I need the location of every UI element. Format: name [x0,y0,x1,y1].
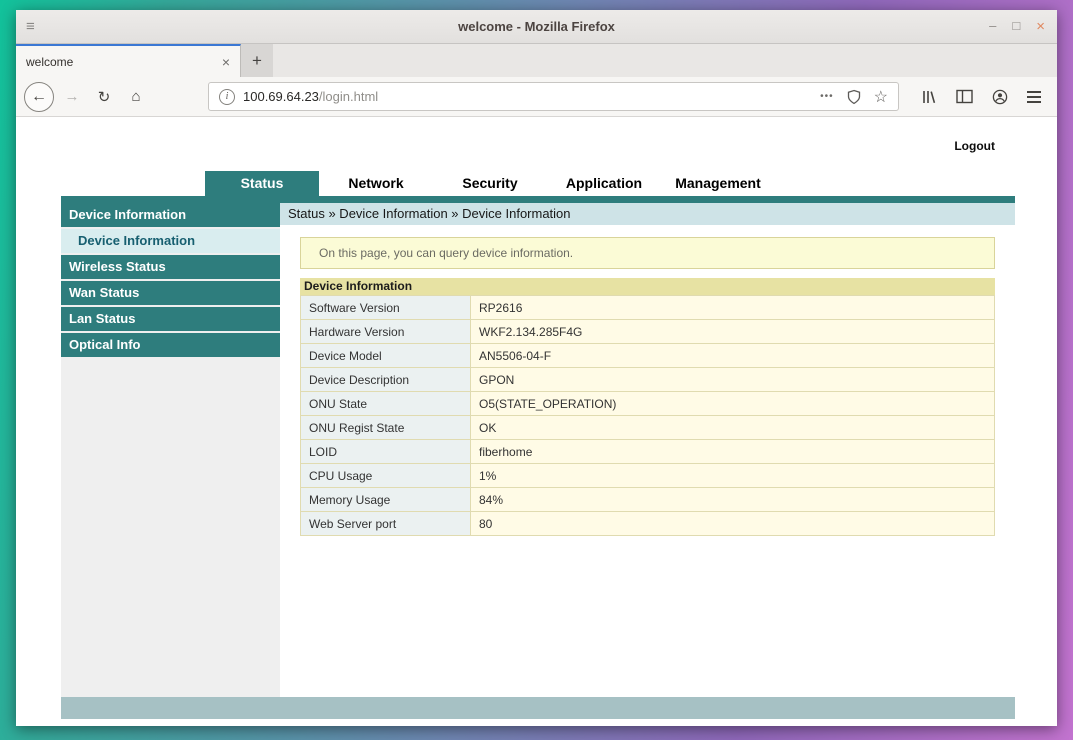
table-row: LOID fiberhome [300,439,995,464]
sidebar-item-lan-status[interactable]: Lan Status [61,307,280,331]
tab-network[interactable]: Network [319,171,433,196]
table-row: Device Model AN5506-04-F [300,343,995,368]
row-label: CPU Usage [300,463,471,488]
sidebar: Device Information Device Information Wi… [61,203,280,697]
table-row: ONU State O5(STATE_OPERATION) [300,391,995,416]
tab-security[interactable]: Security [433,171,547,196]
row-value: fiberhome [470,439,995,464]
nav-accent-strip [61,196,1015,203]
browser-tabbar: welcome × + [16,44,1057,77]
row-value: OK [470,415,995,440]
row-label: LOID [300,439,471,464]
row-value: AN5506-04-F [470,343,995,368]
bookmark-star-icon[interactable]: ☆ [874,87,888,107]
device-info-table: Software Version RP2616 Hardware Version… [300,295,995,536]
new-tab-button[interactable]: + [241,44,273,77]
menu-hamburger-icon[interactable] [1027,90,1041,103]
row-label: Device Model [300,343,471,368]
row-label: ONU Regist State [300,415,471,440]
row-label: Web Server port [300,511,471,536]
row-label: ONU State [300,391,471,416]
tab-close-icon[interactable]: × [222,54,230,70]
url-host: 100.69.64.23 [243,89,319,104]
home-icon[interactable]: ⌂ [122,83,150,111]
table-row: Device Description GPON [300,367,995,392]
logout-link[interactable]: Logout [954,139,995,153]
back-icon[interactable]: ← [24,81,54,112]
forward-icon[interactable]: → [58,83,86,111]
row-value: 1% [470,463,995,488]
sidebar-item-device-information-group[interactable]: Device Information [61,203,280,227]
tab-application[interactable]: Application [547,171,661,196]
page-viewport: Logout Status Network Security Applicati… [16,117,1057,724]
tabbar-empty-space [273,44,1057,77]
account-icon[interactable] [992,89,1008,105]
browser-tab-welcome[interactable]: welcome × [16,44,241,77]
library-icon[interactable] [921,89,937,105]
sidebar-item-optical-info[interactable]: Optical Info [61,333,280,357]
tab-management[interactable]: Management [661,171,775,196]
tab-status[interactable]: Status [205,171,319,196]
table-row: CPU Usage 1% [300,463,995,488]
row-value: 80 [470,511,995,536]
reload-icon[interactable]: ↻ [90,83,118,111]
row-value: WKF2.134.285F4G [470,319,995,344]
titlebar-menu-icon[interactable]: ≡ [26,18,35,35]
maximize-button[interactable]: □ [1012,18,1020,35]
table-row: Hardware Version WKF2.134.285F4G [300,319,995,344]
site-info-icon[interactable]: i [219,88,235,105]
window-controls: – □ × [989,18,1045,35]
breadcrumb: Status » Device Information » Device Inf… [280,203,1015,225]
row-value: RP2616 [470,295,995,320]
browser-navbar: ← → ↻ ⌂ i 100.69.64.23 /login.html ••• ☆ [16,77,1057,117]
sidebar-item-device-information[interactable]: Device Information [61,229,280,253]
table-row: Software Version RP2616 [300,295,995,320]
tracking-shield-icon[interactable] [846,89,862,105]
close-button[interactable]: × [1036,18,1045,35]
sidebar-panel-icon[interactable] [956,89,973,104]
url-bar[interactable]: i 100.69.64.23 /login.html ••• ☆ [208,82,899,111]
window-title: welcome - Mozilla Firefox [458,19,615,34]
row-value: O5(STATE_OPERATION) [470,391,995,416]
row-value: 84% [470,487,995,512]
page-nav-tabs: Status Network Security Application Mana… [61,171,1015,196]
sidebar-item-wan-status[interactable]: Wan Status [61,281,280,305]
tab-title: welcome [26,54,74,69]
page-actions-icon[interactable]: ••• [820,91,834,102]
row-label: Memory Usage [300,487,471,512]
table-title: Device Information [300,278,995,295]
table-row: Web Server port 80 [300,511,995,536]
table-row: Memory Usage 84% [300,487,995,512]
row-label: Software Version [300,295,471,320]
table-row: ONU Regist State OK [300,415,995,440]
row-label: Hardware Version [300,319,471,344]
row-label: Device Description [300,367,471,392]
router-admin-page: Status Network Security Application Mana… [61,171,1015,719]
page-notice: On this page, you can query device infor… [300,237,995,269]
url-path: /login.html [318,89,379,104]
row-value: GPON [470,367,995,392]
sidebar-item-wireless-status[interactable]: Wireless Status [61,255,280,279]
firefox-window: ≡ welcome - Mozilla Firefox – □ × welcom… [16,10,1057,726]
page-footer-bar [61,697,1015,719]
window-titlebar: ≡ welcome - Mozilla Firefox – □ × [16,10,1057,44]
main-content: Status » Device Information » Device Inf… [280,203,1015,697]
minimize-button[interactable]: – [989,18,996,35]
toolbar-right-icons [921,89,1041,105]
